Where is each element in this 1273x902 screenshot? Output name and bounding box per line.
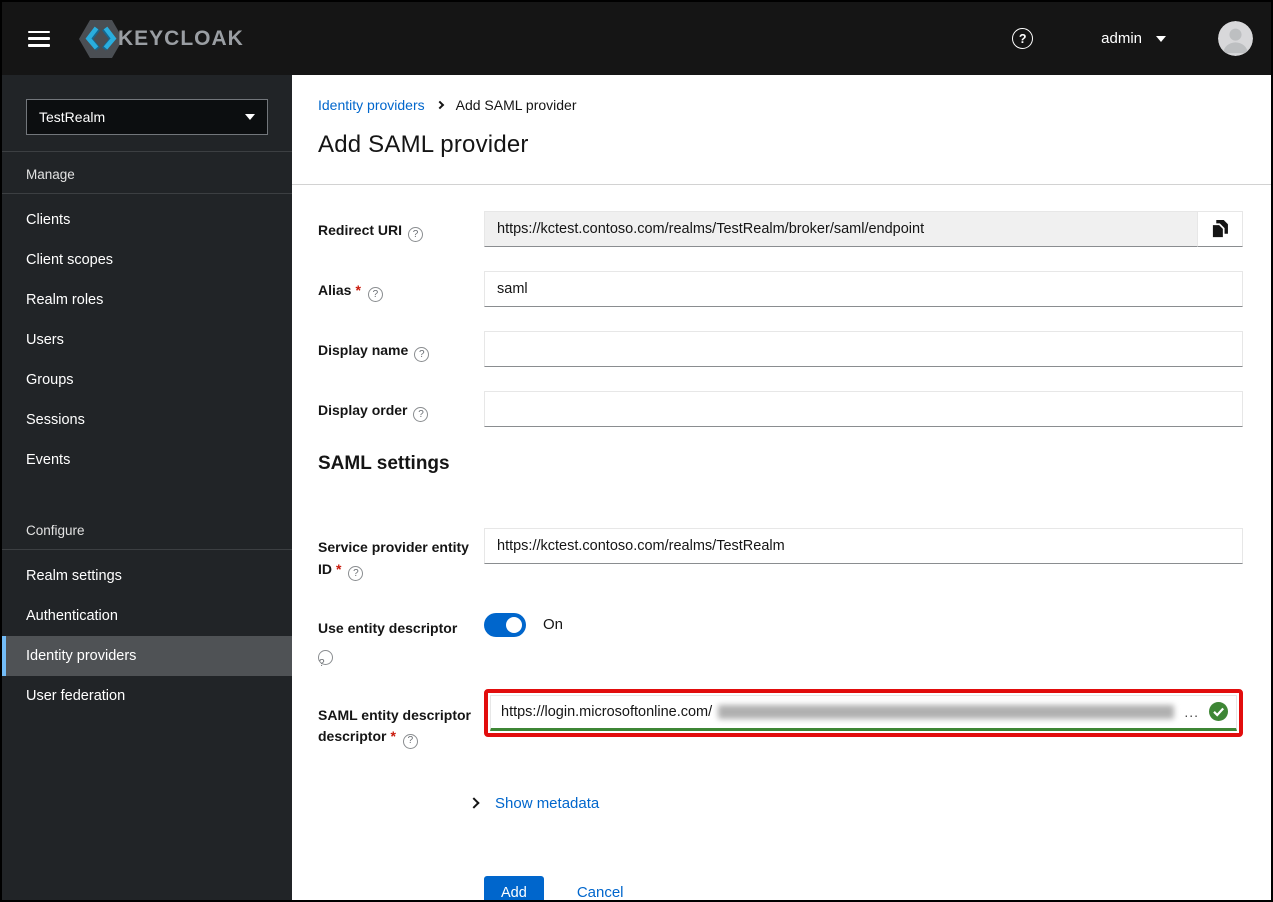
- sidebar-item-identity-providers[interactable]: Identity providers: [2, 636, 292, 676]
- valid-check-icon: [1209, 702, 1228, 722]
- sidebar-item-user-federation[interactable]: User federation: [2, 676, 292, 716]
- field-help-icon[interactable]: [367, 287, 383, 303]
- cancel-button[interactable]: Cancel: [577, 884, 624, 900]
- display-order-row: Display order: [318, 391, 1243, 427]
- add-button[interactable]: Add: [484, 875, 544, 900]
- brand-text: KEYCLOAK: [118, 26, 244, 50]
- display-order-label: Display order: [318, 391, 484, 427]
- nav-toggle-icon[interactable]: [28, 30, 50, 47]
- display-name-label: Display name: [318, 331, 484, 367]
- page-title: Add SAML provider: [318, 131, 529, 158]
- use-entity-descriptor-toggle[interactable]: [484, 612, 526, 637]
- sp-entity-id-row: Service provider entity ID *: [318, 528, 1243, 581]
- sidebar-item-groups[interactable]: Groups: [2, 360, 292, 400]
- field-help-icon[interactable]: [318, 649, 333, 665]
- sidebar-item-realm-settings[interactable]: Realm settings: [2, 556, 292, 596]
- sidebar-item-events[interactable]: Events: [2, 440, 292, 480]
- redacted-text-blur: [718, 704, 1175, 719]
- show-metadata-link[interactable]: Show metadata: [495, 795, 599, 812]
- sidebar-item-authentication[interactable]: Authentication: [2, 596, 292, 636]
- copy-icon: [1212, 220, 1228, 238]
- sp-entity-id-label: Service provider entity ID *: [318, 528, 484, 581]
- display-order-input[interactable]: [484, 391, 1243, 427]
- keycloak-logo[interactable]: KEYCLOAK: [78, 19, 244, 59]
- required-marker: *: [390, 728, 396, 745]
- breadcrumb-separator-icon: [435, 100, 444, 110]
- sidebar-item-sessions[interactable]: Sessions: [2, 400, 292, 440]
- nav-section-title: Manage: [2, 152, 292, 194]
- show-metadata-section: Show metadata: [468, 795, 1243, 812]
- username-label: admin: [1101, 30, 1142, 47]
- redirect-uri-row: Redirect URI: [318, 211, 1243, 247]
- masthead: KEYCLOAK admin: [2, 2, 1271, 75]
- sidebar-item-realm-roles[interactable]: Realm roles: [2, 280, 292, 320]
- form-actions: Add Cancel: [484, 875, 1243, 900]
- nav-section-title: Configure: [2, 508, 292, 550]
- alias-input[interactable]: [484, 271, 1243, 307]
- chevron-right-icon[interactable]: [468, 797, 480, 809]
- field-help-icon[interactable]: [414, 347, 430, 363]
- field-help-icon[interactable]: [408, 227, 424, 243]
- realm-selector-section: TestRealm: [2, 75, 292, 152]
- breadcrumb-current: Add SAML provider: [455, 97, 577, 113]
- avatar: [1218, 21, 1253, 56]
- copy-button[interactable]: [1198, 211, 1243, 247]
- field-help-icon[interactable]: [402, 733, 418, 749]
- chevron-down-icon: [245, 114, 255, 120]
- redirect-uri-label: Redirect URI: [318, 211, 484, 247]
- sp-entity-id-input[interactable]: [484, 528, 1243, 564]
- display-name-input[interactable]: [484, 331, 1243, 367]
- field-help-icon[interactable]: [348, 565, 364, 581]
- keycloak-admin-console: KEYCLOAK admin TestRealm: [0, 0, 1273, 902]
- breadcrumb-link-identity-providers[interactable]: Identity providers: [318, 97, 425, 113]
- alias-row: Alias *: [318, 271, 1243, 307]
- realm-selector-dropdown[interactable]: TestRealm: [26, 99, 268, 135]
- breadcrumb: Identity providers Add SAML provider: [318, 97, 1243, 113]
- sidebar-item-clients[interactable]: Clients: [2, 200, 292, 240]
- display-name-row: Display name: [318, 331, 1243, 367]
- use-entity-descriptor-row: Use entity descriptor On: [318, 609, 1243, 665]
- truncation-ellipsis: ...: [1184, 703, 1199, 720]
- saml-entity-descriptor-input[interactable]: https://login.microsoftonline.com/ ...: [490, 694, 1237, 731]
- required-marker: *: [336, 560, 342, 577]
- nav-section-manage: Manage Clients Client scopes Realm roles…: [2, 152, 292, 480]
- toggle-state-label: On: [543, 616, 564, 634]
- add-saml-provider-form: Redirect URI? https://kctest.contoso.com…: [292, 185, 1271, 900]
- sidebar-nav: TestRealm Manage Clients Client scopes R…: [2, 75, 292, 900]
- use-entity-descriptor-label: Use entity descriptor: [318, 609, 484, 665]
- chevron-down-icon: [1156, 35, 1166, 42]
- field-help-icon[interactable]: [413, 407, 429, 423]
- annotation-highlight: https://login.microsoftonline.com/ ...: [484, 688, 1243, 737]
- help-icon[interactable]: [1012, 28, 1034, 49]
- nav-section-configure: Configure Realm settings Authentication …: [2, 508, 292, 716]
- alias-label: Alias *: [318, 271, 484, 307]
- required-marker: *: [355, 282, 361, 298]
- realm-name: TestRealm: [39, 109, 106, 125]
- descriptor-url-text: https://login.microsoftonline.com/: [501, 703, 713, 720]
- sidebar-item-client-scopes[interactable]: Client scopes: [2, 240, 292, 280]
- user-menu-dropdown[interactable]: admin: [1101, 30, 1166, 47]
- saml-settings-heading: SAML settings: [318, 453, 450, 474]
- saml-entity-descriptor-row: SAML entity descriptor descriptor* https…: [318, 688, 1243, 749]
- saml-entity-descriptor-label: SAML entity descriptor descriptor *: [318, 689, 484, 749]
- sidebar-item-users[interactable]: Users: [2, 320, 292, 360]
- redirect-uri-input[interactable]: [484, 211, 1198, 247]
- main-content: Identity providers Add SAML provider Add…: [292, 75, 1271, 900]
- page-header: Identity providers Add SAML provider Add…: [292, 75, 1271, 185]
